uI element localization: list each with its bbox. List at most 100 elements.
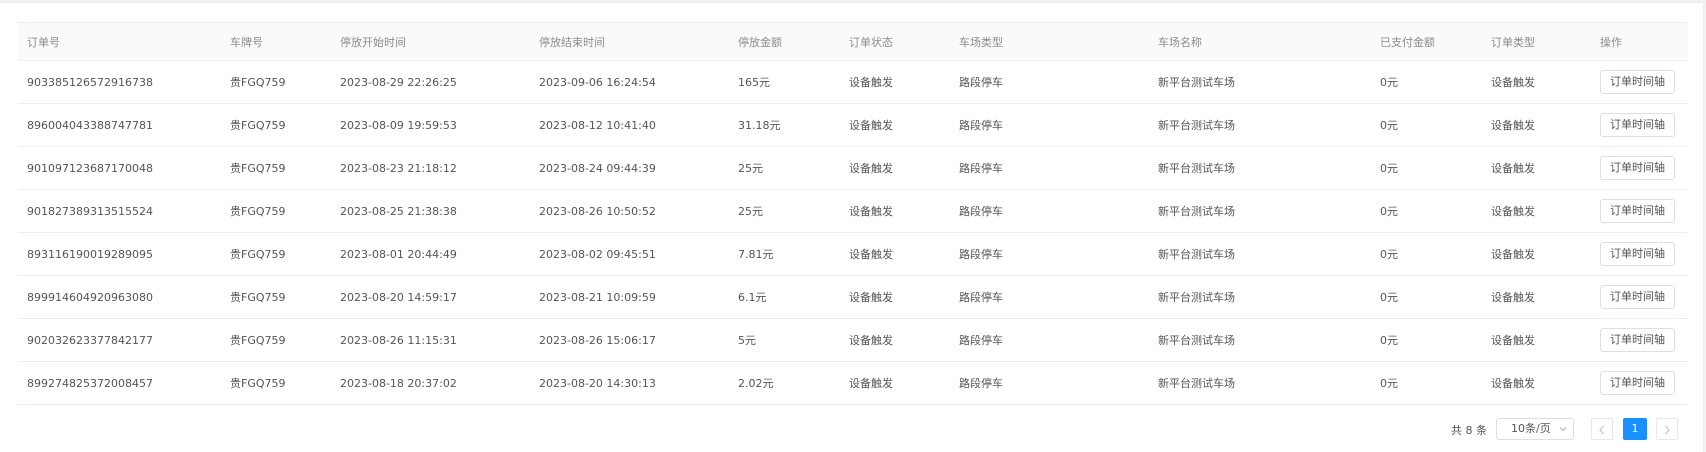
order-timeline-button[interactable]: 订单时间轴: [1600, 371, 1675, 395]
cell-status: 设备触发: [840, 275, 950, 319]
pagination-total: 共 8 条: [1451, 424, 1487, 437]
cell-amount: 5元: [729, 318, 840, 362]
order-timeline-button[interactable]: 订单时间轴: [1600, 199, 1675, 223]
column-header-lot-name: 车场名称: [1149, 22, 1371, 61]
column-header-order-type: 订单类型: [1482, 22, 1591, 61]
cell-start-time: 2023-08-23 21:18:12: [331, 146, 530, 190]
cell-paid: 0元: [1371, 275, 1482, 319]
cell-end-time: 2023-08-20 14:30:13: [530, 361, 729, 405]
table-row: 903385126572916738 贵FGQ759 2023-08-29 22:2…: [18, 60, 1688, 104]
order-timeline-button[interactable]: 订单时间轴: [1600, 242, 1675, 266]
cell-status: 设备触发: [840, 318, 950, 362]
cell-actions: 订单时间轴: [1591, 103, 1688, 147]
cell-lot-type: 路段停车: [950, 361, 1149, 405]
cell-end-time: 2023-08-26 10:50:52: [530, 189, 729, 233]
cell-amount: 25元: [729, 189, 840, 233]
column-header-actions: 操作: [1591, 22, 1688, 61]
cell-order-no: 901827389313515524: [18, 189, 221, 233]
cell-end-time: 2023-08-02 09:45:51: [530, 232, 729, 276]
cell-amount: 6.1元: [729, 275, 840, 319]
cell-start-time: 2023-08-18 20:37:02: [331, 361, 530, 405]
cell-order-no: 902032623377842177: [18, 318, 221, 362]
cell-plate: 贵FGQ759: [221, 103, 331, 147]
cell-lot-type: 路段停车: [950, 232, 1149, 276]
cell-end-time: 2023-09-06 16:24:54: [530, 60, 729, 104]
cell-lot-name: 新平台测试车场: [1149, 60, 1371, 104]
order-table: 订单号 车牌号 停放开始时间 停放结束时间 停放金额 订单状态 车场类型 车场名…: [18, 22, 1688, 405]
cell-amount: 7.81元: [729, 232, 840, 276]
cell-lot-name: 新平台测试车场: [1149, 189, 1371, 233]
order-timeline-button[interactable]: 订单时间轴: [1600, 156, 1675, 180]
cell-amount: 165元: [729, 60, 840, 104]
cell-plate: 贵FGQ759: [221, 232, 331, 276]
cell-paid: 0元: [1371, 60, 1482, 104]
cell-order-no: 899914604920963080: [18, 275, 221, 319]
cell-actions: 订单时间轴: [1591, 146, 1688, 190]
cell-amount: 2.02元: [729, 361, 840, 405]
column-header-status: 订单状态: [840, 22, 950, 61]
order-list-panel: 订单号 车牌号 停放开始时间 停放结束时间 停放金额 订单状态 车场类型 车场名…: [0, 3, 1703, 452]
cell-plate: 贵FGQ759: [221, 318, 331, 362]
cell-order-no: 896004043388747781: [18, 103, 221, 147]
cell-lot-name: 新平台测试车场: [1149, 103, 1371, 147]
cell-order-no: 893116190019289095: [18, 232, 221, 276]
cell-plate: 贵FGQ759: [221, 189, 331, 233]
cell-paid: 0元: [1371, 103, 1482, 147]
cell-start-time: 2023-08-01 20:44:49: [331, 232, 530, 276]
cell-paid: 0元: [1371, 232, 1482, 276]
cell-order-type: 设备触发: [1482, 189, 1591, 233]
column-header-lot-type: 车场类型: [950, 22, 1149, 61]
cell-plate: 贵FGQ759: [221, 361, 331, 405]
order-timeline-button[interactable]: 订单时间轴: [1600, 113, 1675, 137]
cell-lot-name: 新平台测试车场: [1149, 275, 1371, 319]
cell-lot-name: 新平台测试车场: [1149, 232, 1371, 276]
cell-start-time: 2023-08-29 22:26:25: [331, 60, 530, 104]
column-header-order-no: 订单号: [18, 22, 221, 61]
cell-order-type: 设备触发: [1482, 361, 1591, 405]
page-number-current[interactable]: 1: [1623, 418, 1647, 440]
cell-lot-name: 新平台测试车场: [1149, 361, 1371, 405]
chevron-left-icon: [1599, 425, 1604, 435]
cell-lot-name: 新平台测试车场: [1149, 318, 1371, 362]
column-header-plate: 车牌号: [221, 22, 331, 61]
chevron-right-icon: [1665, 425, 1670, 435]
cell-actions: 订单时间轴: [1591, 361, 1688, 405]
next-page-button[interactable]: [1656, 418, 1678, 440]
cell-lot-name: 新平台测试车场: [1149, 146, 1371, 190]
cell-lot-type: 路段停车: [950, 103, 1149, 147]
cell-paid: 0元: [1371, 189, 1482, 233]
cell-plate: 贵FGQ759: [221, 146, 331, 190]
order-timeline-button[interactable]: 订单时间轴: [1600, 285, 1675, 309]
cell-plate: 贵FGQ759: [221, 60, 331, 104]
cell-status: 设备触发: [840, 146, 950, 190]
cell-start-time: 2023-08-25 21:38:38: [331, 189, 530, 233]
cell-start-time: 2023-08-20 14:59:17: [331, 275, 530, 319]
column-header-amount: 停放金额: [729, 22, 840, 61]
cell-lot-type: 路段停车: [950, 318, 1149, 362]
table-row: 901827389313515524 贵FGQ759 2023-08-25 21:3…: [18, 189, 1688, 233]
cell-actions: 订单时间轴: [1591, 232, 1688, 276]
cell-order-no: 899274825372008457: [18, 361, 221, 405]
cell-order-type: 设备触发: [1482, 60, 1591, 104]
cell-status: 设备触发: [840, 232, 950, 276]
cell-lot-type: 路段停车: [950, 146, 1149, 190]
cell-start-time: 2023-08-26 11:15:31: [331, 318, 530, 362]
cell-amount: 31.18元: [729, 103, 840, 147]
order-timeline-button[interactable]: 订单时间轴: [1600, 328, 1675, 352]
cell-order-no: 901097123687170048: [18, 146, 221, 190]
cell-status: 设备触发: [840, 103, 950, 147]
page-size-value: 10条/页: [1511, 422, 1551, 435]
cell-status: 设备触发: [840, 60, 950, 104]
cell-actions: 订单时间轴: [1591, 318, 1688, 362]
page-size-select[interactable]: 10条/页: [1496, 418, 1574, 440]
order-timeline-button[interactable]: 订单时间轴: [1600, 70, 1675, 94]
table-row: 902032623377842177 贵FGQ759 2023-08-26 11:1…: [18, 318, 1688, 362]
cell-order-type: 设备触发: [1482, 146, 1591, 190]
cell-lot-type: 路段停车: [950, 189, 1149, 233]
table-row: 896004043388747781 贵FGQ759 2023-08-09 19:5…: [18, 103, 1688, 147]
cell-status: 设备触发: [840, 361, 950, 405]
prev-page-button[interactable]: [1591, 418, 1613, 440]
cell-paid: 0元: [1371, 361, 1482, 405]
cell-actions: 订单时间轴: [1591, 60, 1688, 104]
cell-lot-type: 路段停车: [950, 275, 1149, 319]
